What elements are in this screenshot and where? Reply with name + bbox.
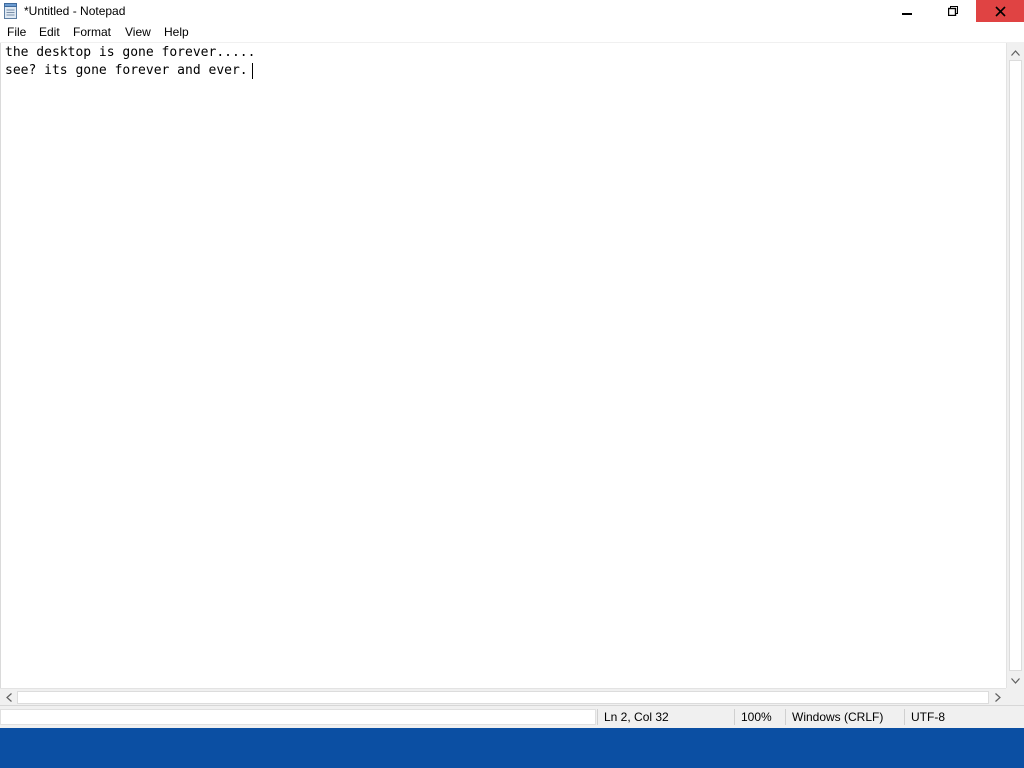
minimize-button[interactable] xyxy=(884,0,930,22)
title-bar[interactable]: *Untitled - Notepad xyxy=(0,0,1024,22)
editor-line-2[interactable]: see? its gone forever and ever. xyxy=(5,62,248,80)
horizontal-scroll-thumb[interactable] xyxy=(17,691,989,704)
status-line-ending: Windows (CRLF) xyxy=(785,709,904,725)
vertical-scroll-thumb[interactable] xyxy=(1009,60,1022,671)
scroll-right-button[interactable] xyxy=(989,689,1006,706)
taskbar[interactable] xyxy=(0,728,1024,768)
minimize-icon xyxy=(902,6,912,16)
scrollbar-corner xyxy=(1006,688,1024,705)
menu-bar: File Edit Format View Help xyxy=(0,22,1024,43)
restore-button[interactable] xyxy=(930,0,976,22)
text-editor[interactable]: the desktop is gone forever..... see? it… xyxy=(0,43,1007,688)
window-title: *Untitled - Notepad xyxy=(24,4,126,18)
status-zoom: 100% xyxy=(734,709,785,725)
status-spacer xyxy=(0,709,596,725)
editor-line-1[interactable]: the desktop is gone forever..... xyxy=(5,44,255,62)
chevron-up-icon xyxy=(1011,45,1020,59)
vertical-scrollbar[interactable] xyxy=(1006,43,1024,688)
chevron-down-icon xyxy=(1011,673,1020,687)
status-encoding: UTF-8 xyxy=(904,709,1020,725)
status-cursor-position: Ln 2, Col 32 xyxy=(597,709,732,725)
chevron-right-icon xyxy=(994,691,1001,705)
text-caret xyxy=(252,63,253,79)
scroll-left-button[interactable] xyxy=(0,689,17,706)
chevron-left-icon xyxy=(5,691,12,705)
status-bar: Ln 2, Col 32 100% Windows (CRLF) UTF-8 xyxy=(0,705,1024,728)
menu-edit[interactable]: Edit xyxy=(39,25,60,39)
menu-help[interactable]: Help xyxy=(164,25,189,39)
notepad-icon[interactable] xyxy=(3,3,18,19)
restore-icon xyxy=(948,6,958,16)
menu-format[interactable]: Format xyxy=(73,25,111,39)
menu-view[interactable]: View xyxy=(125,25,151,39)
scroll-up-button[interactable] xyxy=(1007,43,1024,60)
close-icon xyxy=(994,5,1006,17)
close-button[interactable] xyxy=(976,0,1024,22)
scroll-down-button[interactable] xyxy=(1007,671,1024,688)
horizontal-scrollbar[interactable] xyxy=(0,688,1006,706)
menu-file[interactable]: File xyxy=(7,25,26,39)
